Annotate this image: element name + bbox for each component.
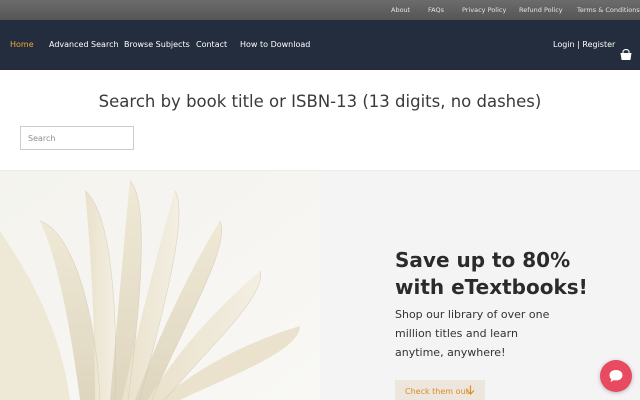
nav-item-contact[interactable]: Contact (196, 20, 227, 70)
topbar-link-about[interactable]: About (391, 0, 410, 20)
promo-panel: Save up to 80% with eTextbooks! Shop our… (320, 171, 640, 400)
nav-item-browse-subjects[interactable]: Browse Subjects (124, 20, 190, 70)
shopping-bag-icon[interactable] (619, 49, 633, 61)
top-utility-bar: About FAQs Privacy Policy Refund Policy … (0, 0, 640, 20)
chat-widget-button[interactable] (600, 360, 632, 392)
topbar-link-refund-policy[interactable]: Refund Policy (519, 0, 563, 20)
nav-item-how-to-download[interactable]: How to Download (240, 20, 310, 70)
chat-bubble-icon (609, 370, 623, 382)
promo-title-line: Save up to 80% (395, 248, 571, 272)
login-register-link[interactable]: Login | Register (553, 20, 615, 70)
promo-title-line: with eTextbooks! (395, 275, 588, 299)
topbar-link-privacy-policy[interactable]: Privacy Policy (462, 0, 506, 20)
promo-title: Save up to 80% with eTextbooks! (395, 247, 635, 301)
promo-subtitle: Shop our library of over one million tit… (395, 305, 635, 362)
promo-subtitle-line: million titles and learn (395, 327, 518, 340)
search-section: Search by book title or ISBN-13 (13 digi… (0, 70, 640, 170)
nav-item-home[interactable]: Home (10, 20, 34, 70)
main-navbar: Home Advanced Search Browse Subjects Con… (0, 20, 640, 70)
topbar-link-terms[interactable]: Terms & Conditions (577, 0, 640, 20)
search-input[interactable] (20, 126, 134, 150)
topbar-link-faqs[interactable]: FAQs (428, 0, 444, 20)
open-book-image (0, 171, 320, 400)
promo-subtitle-line: Shop our library of over one (395, 308, 550, 321)
promo-subtitle-line: anytime, anywhere! (395, 346, 506, 359)
check-them-out-button[interactable]: Check them out (395, 380, 485, 400)
nav-item-advanced-search[interactable]: Advanced Search (49, 20, 119, 70)
cta-label: Check them out (405, 386, 469, 396)
search-heading: Search by book title or ISBN-13 (13 digi… (98, 92, 542, 111)
arrow-down-icon (466, 385, 475, 395)
